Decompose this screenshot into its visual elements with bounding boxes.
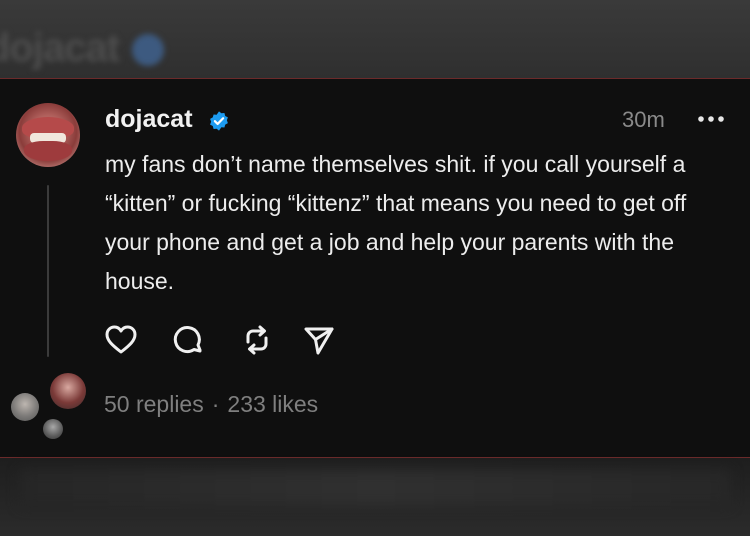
post-card[interactable]: dojacat 30m my fans don’t name themselve… bbox=[0, 78, 750, 458]
screenshot: dojacat dojacat 30m my fans don’t name t… bbox=[0, 0, 750, 536]
more-dots-icon[interactable] bbox=[696, 107, 726, 131]
post-text: my fans don’t name themselves shit. if y… bbox=[105, 151, 687, 294]
background-previous-post: dojacat bbox=[0, 0, 750, 78]
heart-icon[interactable] bbox=[103, 322, 139, 358]
blurred-content bbox=[20, 470, 730, 506]
thread-line bbox=[47, 185, 49, 357]
post-stats: 50 replies · 233 likes bbox=[104, 391, 318, 418]
replier-avatar bbox=[50, 373, 86, 409]
send-icon[interactable] bbox=[301, 322, 337, 358]
username[interactable]: dojacat bbox=[105, 105, 193, 134]
replier-avatar bbox=[43, 419, 63, 439]
post-timestamp: 30m bbox=[622, 107, 665, 132]
comment-icon[interactable] bbox=[170, 322, 206, 358]
verified-badge-icon bbox=[210, 111, 228, 131]
replies-count[interactable]: 50 replies bbox=[104, 391, 204, 417]
avatar[interactable] bbox=[16, 103, 80, 167]
repost-icon[interactable] bbox=[239, 322, 275, 358]
replier-avatar bbox=[11, 393, 39, 421]
blurred-verified-icon bbox=[132, 34, 164, 66]
blurred-username: dojacat bbox=[0, 26, 120, 70]
stats-separator: · bbox=[211, 391, 220, 417]
likes-count[interactable]: 233 likes bbox=[227, 391, 318, 417]
